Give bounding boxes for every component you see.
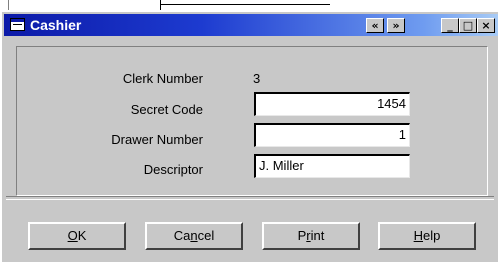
title-bar[interactable]: Cashier « » _ □ × [4,14,498,36]
background-window-line [160,4,330,5]
help-button[interactable]: Help [378,222,476,250]
drawer-number-input[interactable]: 1 [254,123,410,147]
cancel-label-pre: Ca [173,228,191,243]
next-record-button[interactable]: » [387,18,405,33]
cancel-button[interactable]: Cancel [145,222,243,250]
print-button[interactable]: Print [262,222,360,250]
cashier-dialog: Cashier « » _ □ × Clerk Number 3 Secret … [0,10,498,262]
cancel-mnemonic: n [190,228,198,243]
ok-label-rest: K [77,228,87,243]
clerk-number-label: Clerk Number [122,71,203,86]
ok-button[interactable]: OK [28,222,126,250]
secret-code-input[interactable]: 1454 [254,92,410,116]
help-mnemonic: H [413,228,424,243]
descriptor-input[interactable]: J. Miller [254,154,410,178]
previous-record-button[interactable]: « [366,18,384,33]
clerk-number-value: 3 [253,71,261,86]
button-separator [6,196,494,200]
maximize-button[interactable]: □ [459,18,477,33]
form-panel: Clerk Number 3 Secret Code 1454 Drawer N… [16,46,488,196]
drawer-number-label: Drawer Number [111,132,203,147]
secret-code-label: Secret Code [130,102,203,117]
cancel-label-rest: cel [197,228,215,243]
close-button[interactable]: × [477,18,495,33]
window-title: Cashier [30,17,82,33]
help-label-rest: elp [423,228,441,243]
minimize-button[interactable]: _ [441,18,459,33]
ok-mnemonic: O [67,228,78,243]
window-app-icon[interactable] [10,18,25,31]
descriptor-label: Descriptor [143,162,203,177]
print-label-pre: P [297,228,307,243]
print-label-rest: int [310,228,325,243]
